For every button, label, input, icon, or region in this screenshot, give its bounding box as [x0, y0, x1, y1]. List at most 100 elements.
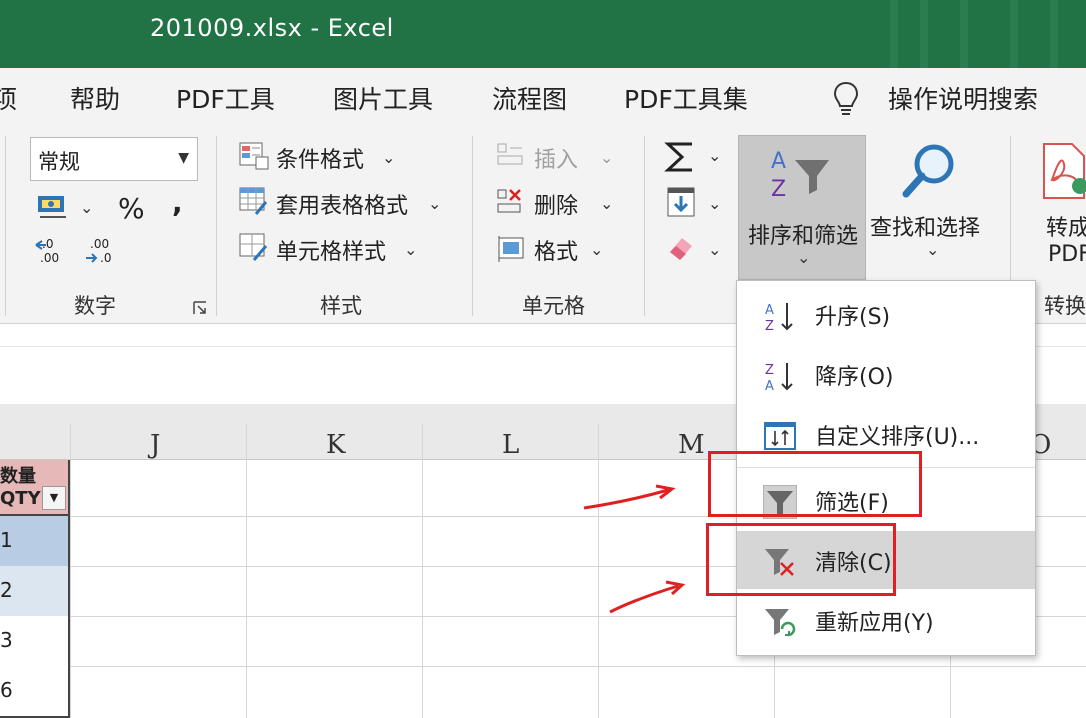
convert-group-label: 转换 [1044, 294, 1086, 318]
svg-text:Z: Z [765, 363, 774, 378]
custom-sort-icon [764, 422, 796, 450]
window-title: 201009.xlsx - Excel [150, 14, 394, 42]
menu-item-partial[interactable]: 项 [0, 80, 17, 116]
gridline [598, 424, 599, 718]
autosum-icon[interactable] [664, 140, 698, 174]
svg-text:A: A [765, 303, 774, 318]
sort-filter-label: 排序和筛选 [747, 224, 858, 249]
increase-decimal-icon[interactable]: .0 .00 [34, 236, 70, 268]
reapply-filter-icon [765, 609, 796, 637]
format-cells-icon[interactable] [496, 234, 528, 264]
title-bar-decoration [960, 0, 968, 68]
column-header-l[interactable]: L [502, 430, 519, 460]
convert-pdf-line2[interactable]: PDF [1048, 242, 1086, 267]
title-bar-decoration [1010, 0, 1018, 68]
title-bar-decoration [890, 0, 898, 68]
chevron-down-icon[interactable]: ⌄ [404, 240, 417, 259]
percent-style-button[interactable]: % [118, 192, 145, 225]
conditional-formatting-icon[interactable] [238, 141, 270, 171]
chevron-down-icon: ⌄ [797, 248, 811, 267]
chevron-down-icon[interactable]: ⌄ [590, 240, 603, 259]
chevron-down-icon: ▼ [178, 150, 189, 166]
group-separator [644, 136, 645, 316]
styles-group-label: 样式 [320, 294, 362, 318]
svg-text:Z: Z [771, 177, 786, 202]
menu-item-sort-ascending[interactable]: A Z 升序(S) [737, 285, 1035, 343]
insert-cells-button[interactable]: 插入 [534, 142, 578, 174]
sort-ascending-icon: A Z [765, 303, 793, 333]
gridline [422, 424, 423, 718]
gridline [246, 424, 247, 718]
menu-item-label: 重新应用(Y) [815, 611, 934, 636]
convert-pdf-line1[interactable]: 转成 [1046, 210, 1086, 242]
find-select-icon[interactable] [898, 142, 960, 202]
column-header-m[interactable]: M [678, 430, 705, 460]
table-cell[interactable]: 2 [0, 566, 70, 618]
find-select-button[interactable]: 查找和选择 [870, 210, 980, 242]
column-header-k[interactable]: K [326, 430, 345, 460]
format-as-table-icon[interactable] [238, 186, 270, 216]
lightbulb-icon[interactable] [832, 80, 860, 116]
insert-cells-icon[interactable] [496, 142, 528, 172]
chevron-down-icon[interactable]: ⌄ [600, 194, 613, 213]
group-separator [472, 136, 473, 316]
accounting-format-icon[interactable] [36, 192, 70, 222]
sort-filter-button[interactable]: A Z 排序和筛选 ⌄ [738, 135, 866, 280]
cell-value: 2 [0, 578, 13, 602]
chevron-down-icon[interactable]: ⌄ [708, 146, 721, 165]
comma-style-button[interactable]: , [172, 186, 183, 219]
header-cell-line2: QTY [0, 488, 41, 509]
cell-value: 3 [0, 628, 13, 652]
column-header-j[interactable]: J [150, 430, 160, 460]
cell-styles-button[interactable]: 单元格样式 [276, 234, 386, 266]
autofilter-dropdown-icon[interactable]: ▼ [42, 486, 66, 510]
tell-me-search[interactable]: 操作说明搜索 [888, 80, 1038, 116]
delete-cells-icon[interactable] [496, 188, 528, 218]
title-bar-decoration [920, 0, 928, 68]
menu-item-flowchart[interactable]: 流程图 [492, 80, 567, 116]
chevron-down-icon[interactable]: ⌄ [708, 240, 721, 259]
menu-item-pdf-tools[interactable]: PDF工具 [176, 80, 275, 116]
svg-text:.0: .0 [100, 251, 111, 265]
menu-item-image-tools[interactable]: 图片工具 [333, 80, 433, 116]
clear-eraser-icon[interactable] [666, 232, 696, 262]
sort-filter-icon: A Z [771, 149, 829, 202]
annotation-arrow-icon [609, 580, 686, 614]
group-separator [5, 136, 6, 316]
annotation-box-clear [706, 523, 896, 596]
menu-item-reapply[interactable]: 重新应用(Y) [737, 591, 1035, 649]
title-bar-decoration [1050, 0, 1058, 68]
chevron-down-icon[interactable]: ⌄ [600, 148, 613, 167]
cell-value: 1 [0, 528, 13, 552]
gridline [0, 666, 1086, 667]
format-cells-button[interactable]: 格式 [534, 234, 578, 266]
chevron-down-icon[interactable]: ⌄ [80, 198, 93, 217]
number-group-label: 数字 [74, 294, 116, 318]
svg-text:.00: .00 [90, 237, 109, 251]
pdf-convert-icon[interactable] [1040, 142, 1086, 200]
svg-text:.00: .00 [40, 251, 59, 265]
chevron-down-icon[interactable]: ⌄ [382, 148, 395, 167]
annotation-box-filter [708, 451, 922, 517]
chevron-down-icon[interactable]: ⌄ [926, 240, 939, 259]
menu-item-help[interactable]: 帮助 [70, 80, 120, 116]
menu-item-pdf-toolset[interactable]: PDF工具集 [624, 80, 748, 116]
decrease-decimal-icon[interactable]: .00 .0 [84, 236, 120, 268]
cell-styles-icon[interactable] [238, 232, 270, 262]
dialog-launcher-icon[interactable] [192, 300, 208, 316]
table-header-cell[interactable]: 数量 QTY ▼ [0, 460, 70, 516]
table-cell[interactable]: 1 [0, 516, 70, 568]
svg-text:A: A [765, 379, 774, 393]
conditional-formatting-button[interactable]: 条件格式 [276, 142, 364, 174]
fill-down-icon[interactable] [666, 186, 696, 218]
chevron-down-icon[interactable]: ⌄ [428, 194, 441, 213]
table-cell[interactable]: 3 [0, 616, 70, 668]
menu-item-sort-descending[interactable]: Z A 降序(O) [737, 345, 1035, 403]
number-format-dropdown[interactable]: 常规 ▼ [30, 137, 198, 181]
chevron-down-icon[interactable]: ⌄ [708, 194, 721, 213]
cells-group-label: 单元格 [522, 294, 585, 318]
format-as-table-button[interactable]: 套用表格格式 [276, 188, 408, 220]
delete-cells-button[interactable]: 删除 [534, 188, 578, 220]
table-cell[interactable]: 6 [0, 666, 70, 718]
menu-item-label: 自定义排序(U)... [815, 425, 980, 450]
